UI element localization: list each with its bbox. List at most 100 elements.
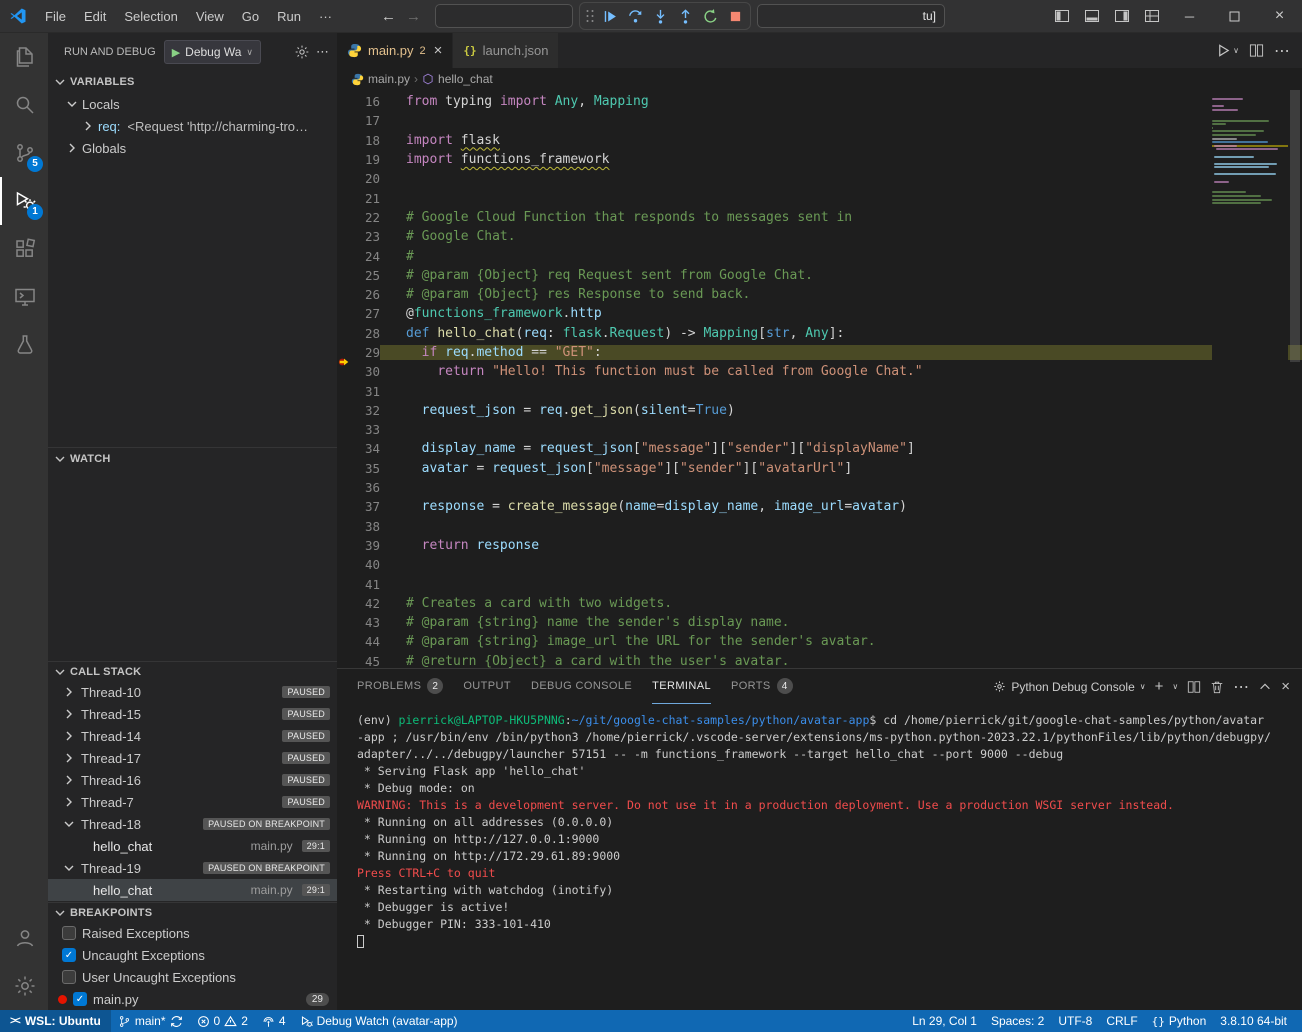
menu-Go[interactable]: Go bbox=[233, 0, 268, 33]
status-forwarded-ports[interactable]: 4 bbox=[255, 1010, 293, 1032]
activity-remote-explorer[interactable] bbox=[0, 273, 48, 321]
call-stack-thread[interactable]: Thread-18 PAUSED ON BREAKPOINT bbox=[48, 813, 337, 835]
variables-scope-locals[interactable]: Locals bbox=[48, 93, 337, 115]
line-number[interactable]: 33 bbox=[351, 422, 380, 437]
terminal-dropdown-icon[interactable]: ∨ bbox=[1172, 682, 1178, 691]
activity-explorer[interactable] bbox=[0, 33, 48, 81]
menu-Selection[interactable]: Selection bbox=[115, 0, 186, 33]
line-number[interactable]: 27 bbox=[351, 306, 380, 321]
breakpoints-header[interactable]: BREAKPOINTS bbox=[48, 902, 337, 922]
line-number[interactable]: 31 bbox=[351, 384, 380, 399]
toggle-panel-icon[interactable] bbox=[1077, 0, 1107, 33]
step-out-icon[interactable] bbox=[673, 4, 697, 28]
line-number[interactable]: 40 bbox=[351, 557, 380, 572]
menu-Run[interactable]: Run bbox=[268, 0, 310, 33]
status-python-interpreter[interactable]: 3.8.10 64-bit bbox=[1213, 1010, 1294, 1032]
continue-icon[interactable] bbox=[598, 4, 622, 28]
restart-icon[interactable] bbox=[698, 4, 722, 28]
line-number[interactable]: 41 bbox=[351, 577, 380, 592]
line-number[interactable]: 38 bbox=[351, 519, 380, 534]
call-stack-thread[interactable]: Thread-7 PAUSED bbox=[48, 791, 337, 813]
panel-tab-ports[interactable]: PORTS 4 bbox=[731, 669, 793, 704]
breakpoint-row[interactable]: User Uncaught Exceptions bbox=[48, 966, 337, 988]
line-number[interactable]: 35 bbox=[351, 461, 380, 476]
line-number[interactable]: 42 bbox=[351, 596, 380, 611]
status-git-branch[interactable]: main* bbox=[111, 1010, 190, 1032]
line-number[interactable]: 23 bbox=[351, 229, 380, 244]
configure-gear-icon[interactable] bbox=[294, 44, 310, 60]
line-number[interactable]: 30 bbox=[351, 364, 380, 379]
forward-icon[interactable]: → bbox=[406, 8, 421, 25]
line-number[interactable]: 24 bbox=[351, 249, 380, 264]
breakpoint-row[interactable]: ✓ Uncaught Exceptions bbox=[48, 944, 337, 966]
call-stack-thread[interactable]: Thread-19 PAUSED ON BREAKPOINT bbox=[48, 857, 337, 879]
call-stack-thread[interactable]: Thread-10 PAUSED bbox=[48, 681, 337, 703]
panel-tab-problems[interactable]: PROBLEMS 2 bbox=[357, 669, 443, 704]
breadcrumb-symbol[interactable]: hello_chat bbox=[438, 72, 493, 86]
line-number[interactable]: 17 bbox=[351, 113, 380, 128]
line-number[interactable]: 16 bbox=[351, 94, 380, 109]
kill-terminal-icon[interactable] bbox=[1210, 680, 1224, 694]
breakpoint-checkbox[interactable] bbox=[62, 926, 76, 940]
line-number[interactable]: 34 bbox=[351, 441, 380, 456]
status-remote-indicator[interactable]: ><WSL: Ubuntu bbox=[0, 1010, 111, 1032]
terminal-output[interactable]: (env) pierrick@LAPTOP-HKU5PNNG:~/git/goo… bbox=[337, 704, 1302, 1010]
close-tab-icon[interactable]: × bbox=[434, 42, 443, 59]
step-over-icon[interactable] bbox=[623, 4, 647, 28]
run-python-file-icon[interactable]: ∨ bbox=[1216, 43, 1239, 58]
call-stack-thread[interactable]: Thread-17 PAUSED bbox=[48, 747, 337, 769]
line-number[interactable]: 39 bbox=[351, 538, 380, 553]
menu-Edit[interactable]: Edit bbox=[75, 0, 115, 33]
call-stack-header[interactable]: CALL STACK bbox=[48, 661, 337, 681]
activity-settings[interactable] bbox=[0, 962, 48, 1010]
call-stack-thread[interactable]: Thread-14 PAUSED bbox=[48, 725, 337, 747]
line-number[interactable]: 43 bbox=[351, 615, 380, 630]
back-icon[interactable]: ← bbox=[381, 8, 396, 25]
split-terminal-icon[interactable] bbox=[1187, 680, 1201, 694]
line-number[interactable]: 18 bbox=[351, 133, 380, 148]
step-into-icon[interactable] bbox=[648, 4, 672, 28]
panel-tab-output[interactable]: OUTPUT bbox=[463, 669, 511, 704]
scrollbar-thumb[interactable] bbox=[1290, 90, 1300, 362]
new-terminal-icon[interactable]: + bbox=[1155, 678, 1164, 695]
line-number[interactable]: 21 bbox=[351, 191, 380, 206]
line-number[interactable]: 44 bbox=[351, 634, 380, 649]
breakpoint-row[interactable]: Raised Exceptions bbox=[48, 922, 337, 944]
activity-source-control[interactable]: 5 bbox=[0, 129, 48, 177]
line-number[interactable]: 26 bbox=[351, 287, 380, 302]
call-stack-frame[interactable]: hello_chat main.py 29:1 bbox=[48, 835, 337, 857]
activity-search[interactable] bbox=[0, 81, 48, 129]
watch-header[interactable]: WATCH bbox=[48, 447, 337, 469]
terminal-selector[interactable]: Python Debug Console ∨ bbox=[993, 680, 1145, 694]
maximize-button[interactable] bbox=[1212, 0, 1257, 33]
activity-testing[interactable] bbox=[0, 321, 48, 369]
debug-config-dropdown[interactable]: ▶ Debug Wa ∨ bbox=[164, 40, 261, 64]
breakpoint-checkbox[interactable] bbox=[62, 970, 76, 984]
command-center-input[interactable]: tu] bbox=[757, 4, 945, 28]
more-actions-icon[interactable]: ⋯ bbox=[1274, 41, 1290, 61]
panel-tab-terminal[interactable]: TERMINAL bbox=[652, 669, 711, 704]
command-center-search[interactable] bbox=[435, 4, 573, 28]
stop-icon[interactable] bbox=[723, 4, 747, 28]
call-stack-thread[interactable]: Thread-16 PAUSED bbox=[48, 769, 337, 791]
start-debug-icon[interactable]: ▶ bbox=[172, 46, 180, 59]
menu-more[interactable]: ··· bbox=[310, 0, 341, 33]
chevron-down-icon[interactable]: ∨ bbox=[1233, 46, 1239, 55]
line-number[interactable]: 32 bbox=[351, 403, 380, 418]
activity-run-and-debug[interactable]: 1 bbox=[0, 177, 48, 225]
call-stack-thread[interactable]: Thread-15 PAUSED bbox=[48, 703, 337, 725]
call-stack-frame[interactable]: hello_chat main.py 29:1 bbox=[48, 879, 337, 901]
close-panel-icon[interactable]: × bbox=[1281, 678, 1290, 695]
line-number[interactable]: 28 bbox=[351, 326, 380, 341]
line-number[interactable]: 19 bbox=[351, 152, 380, 167]
toggle-sidebar-icon[interactable] bbox=[1047, 0, 1077, 33]
more-actions-icon[interactable]: ⋯ bbox=[316, 44, 329, 60]
line-number[interactable]: 25 bbox=[351, 268, 380, 283]
editor-scrollbar[interactable] bbox=[1288, 90, 1302, 668]
tab-launch.json[interactable]: {} launch.json bbox=[453, 33, 559, 68]
customize-layout-icon[interactable] bbox=[1137, 0, 1167, 33]
activity-account[interactable] bbox=[0, 914, 48, 962]
code-editor[interactable]: 16 from typing import Any, Mapping 17 18… bbox=[337, 90, 1302, 668]
breadcrumb-file[interactable]: main.py bbox=[368, 72, 410, 86]
variables-scope-globals[interactable]: Globals bbox=[48, 137, 337, 159]
